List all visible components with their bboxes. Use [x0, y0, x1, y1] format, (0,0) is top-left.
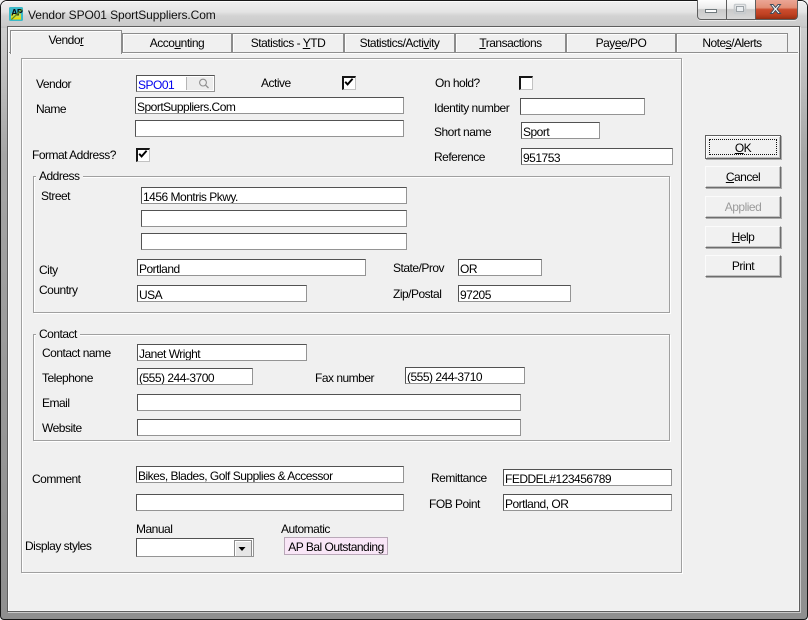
svg-text:AP: AP: [11, 8, 23, 18]
